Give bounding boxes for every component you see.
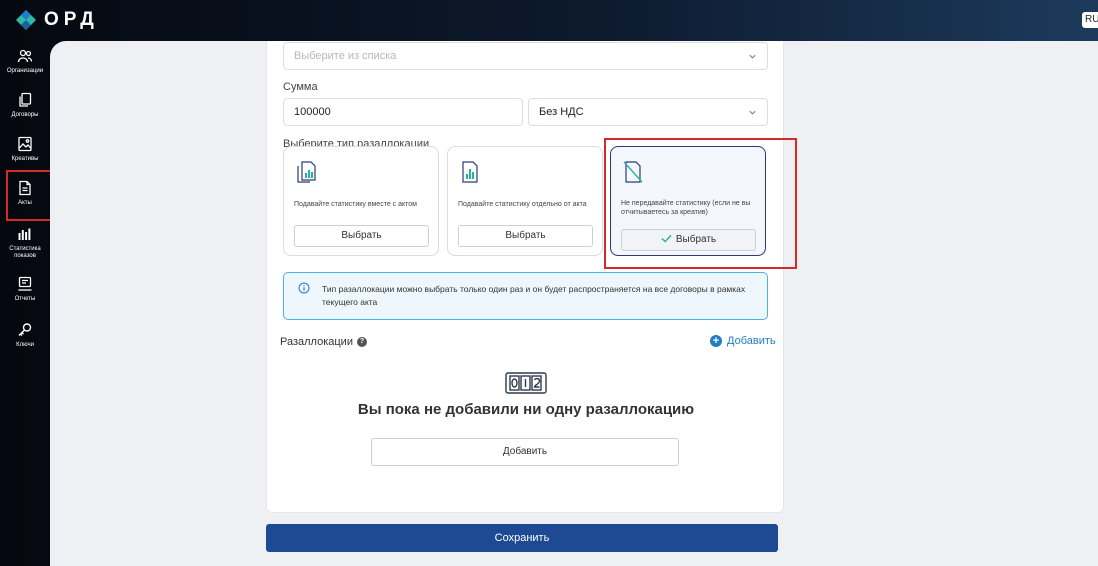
sidebar: Организации Договоры Креативы Акты Стати… <box>0 40 70 566</box>
select-placeholder: Выберите из списка <box>294 50 397 62</box>
info-text: Тип разаллокации можно выбрать только од… <box>322 284 746 307</box>
info-box: Тип разаллокации можно выбрать только од… <box>283 272 768 320</box>
sidebar-item-creatives[interactable]: Креативы <box>0 136 50 163</box>
option-card-separate[interactable]: Подавайте статистику отдельно от акта Вы… <box>447 146 603 256</box>
logo-text: ОРД <box>44 9 99 30</box>
document-icon <box>19 180 31 196</box>
selected-button-label: Выбрать <box>675 234 717 245</box>
logo-icon <box>14 8 38 32</box>
help-icon[interactable]: ? <box>356 337 367 347</box>
add-link-label: Добавить <box>727 335 776 347</box>
report-icon <box>18 276 32 291</box>
add-reallocation-button[interactable]: Добавить <box>371 438 679 466</box>
app-logo[interactable]: ОРД <box>14 8 99 32</box>
sidebar-item-label: Договоры <box>11 112 39 118</box>
counter-empty-icon <box>505 372 547 394</box>
chevron-down-icon <box>749 110 756 115</box>
sum-label: Сумма <box>283 81 318 93</box>
sidebar-item-keys[interactable]: Ключи <box>0 322 50 349</box>
reallocations-header: Разаллокации ? <box>280 336 367 348</box>
save-button[interactable]: Сохранить <box>266 524 778 552</box>
reallocations-title: Разаллокации <box>280 336 353 348</box>
add-reallocation-link[interactable]: + Добавить <box>710 335 776 347</box>
sidebar-item-label: Акты <box>18 200 32 206</box>
option-description: Подавайте статистику вместе с актом <box>294 201 417 208</box>
sidebar-item-label: Ключи <box>16 342 34 348</box>
vat-select[interactable]: Без НДС <box>528 98 768 126</box>
form-card: Выберите из списка Сумма 100000 Без НДС … <box>266 41 784 513</box>
sidebar-item-label: Креативы <box>11 156 39 162</box>
sidebar-item-statistics[interactable]: Статистика показов <box>0 226 50 260</box>
option-card-with-act[interactable]: Подавайте статистику вместе с актом Выбр… <box>283 146 439 256</box>
option-description: Подавайте статистику отдельно от акта <box>458 201 587 208</box>
sidebar-item-label: Статистика показов <box>9 246 41 259</box>
no-stats-icon <box>623 161 643 183</box>
sidebar-item-label: Отчеты <box>14 296 36 302</box>
main-content: Выберите из списка Сумма 100000 Без НДС … <box>50 41 1098 566</box>
plus-icon: + <box>710 335 722 347</box>
sum-input[interactable]: 100000 <box>283 98 523 126</box>
option-description: Не передавайте статистику (если не вы от… <box>621 200 751 216</box>
check-icon <box>661 234 672 243</box>
empty-state-title: Вы пока не добавили ни одну разаллокацию <box>357 401 695 418</box>
option-card-no-stats[interactable]: Не передавайте статистику (если не вы от… <box>610 146 766 256</box>
stats-separate-icon <box>462 161 478 183</box>
key-icon <box>18 323 32 336</box>
vat-value: Без НДС <box>539 106 584 118</box>
sidebar-item-label: Организации <box>6 68 44 74</box>
sidebar-item-acts[interactable]: Акты <box>0 180 50 207</box>
chevron-down-icon <box>749 54 756 59</box>
stats-with-act-icon <box>297 161 316 183</box>
stats-icon <box>18 228 31 240</box>
info-icon <box>298 282 310 294</box>
contract-select[interactable]: Выберите из списка <box>283 42 768 70</box>
language-switcher[interactable]: RU <box>1082 12 1098 28</box>
documents-icon <box>19 92 32 107</box>
image-icon <box>18 136 32 152</box>
select-button[interactable]: Выбрать <box>294 225 429 247</box>
select-button[interactable]: Выбрать <box>458 225 593 247</box>
sidebar-item-organizations[interactable]: Организации <box>0 48 50 75</box>
sidebar-item-contracts[interactable]: Договоры <box>0 92 50 119</box>
selected-button[interactable]: Выбрать <box>621 229 756 251</box>
sidebar-item-reports[interactable]: Отчеты <box>0 276 50 303</box>
users-icon <box>17 49 33 63</box>
